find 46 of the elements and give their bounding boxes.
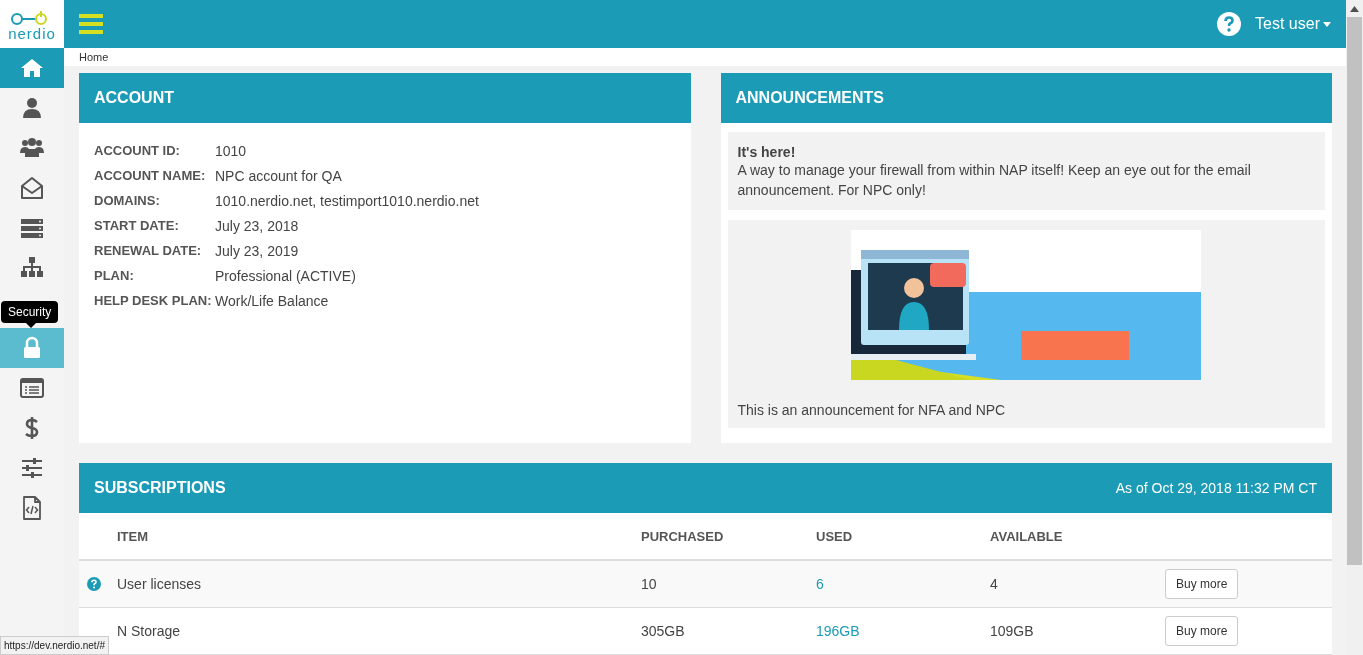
field-value: Professional (ACTIVE)	[215, 267, 357, 285]
field-value: 1010.nerdio.net, testimport1010.nerdio.net	[215, 192, 480, 210]
field-label: HELP DESK PLAN:	[94, 292, 213, 310]
announcement-heading: It's here!	[737, 144, 797, 160]
field-value: July 23, 2018	[215, 217, 300, 235]
field-value: NPC account for QA	[215, 167, 343, 185]
status-url: https://dev.nerdio.net/#	[0, 636, 109, 655]
sidebar-item[interactable]	[0, 48, 64, 88]
card-title: ANNOUNCEMENTS	[735, 89, 884, 107]
server-icon	[20, 216, 44, 240]
field-label: DOMAINS:	[94, 192, 161, 210]
field-label: PLAN:	[94, 267, 135, 285]
field-label: ACCOUNT NAME:	[94, 167, 207, 185]
help-icon[interactable]	[1217, 12, 1242, 36]
sliders-icon	[20, 456, 44, 480]
code-file-icon	[20, 496, 44, 520]
sitemap-icon	[20, 256, 44, 280]
buy-more-button[interactable]: Buy more	[1165, 569, 1239, 599]
announcement-text: This is an announcement for NFA and NPC	[737, 402, 1007, 418]
table-cell: 10	[641, 561, 816, 608]
envelope-icon	[20, 176, 44, 200]
table-cell: User licenses	[117, 561, 641, 608]
help-icon[interactable]	[87, 577, 101, 591]
card-title: SUBSCRIPTIONS	[94, 479, 226, 497]
users-icon	[20, 136, 44, 160]
breadcrumb-link[interactable]: Home	[79, 51, 109, 63]
field-label: RENEWAL DATE:	[94, 242, 203, 260]
list-icon	[20, 376, 44, 400]
field-label: ACCOUNT ID:	[94, 142, 181, 160]
field-value: July 23, 2019	[215, 242, 300, 260]
table-cell: 305GB	[641, 608, 816, 655]
user-icon	[20, 96, 44, 120]
table-cell: 4	[990, 561, 1165, 608]
field-label: START DATE:	[94, 217, 180, 235]
timestamp: As of Oct 29, 2018 11:32 PM CT	[1115, 480, 1317, 496]
scroll-up-icon[interactable]	[1350, 5, 1359, 12]
announcement-text: A way to manage your firewall from within NAP itself! Keep an eye out for the email announcement. For NPC only!	[737, 161, 1252, 200]
card-title: ACCOUNT	[94, 89, 174, 107]
home-icon	[20, 56, 44, 80]
field-value: 1010	[215, 142, 248, 160]
logo-text: nerdio	[8, 25, 56, 41]
buy-more-button[interactable]: Buy more	[1165, 616, 1239, 646]
tooltip: Security	[1, 301, 59, 323]
caret-icon	[1323, 21, 1331, 27]
field-value: Work/Life Balance	[215, 292, 330, 310]
table-cell: N Storage	[117, 608, 641, 655]
